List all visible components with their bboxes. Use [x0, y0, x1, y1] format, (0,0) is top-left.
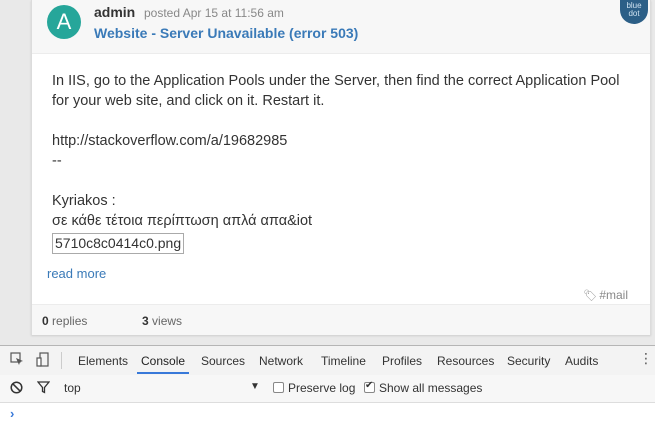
views-label: views [152, 314, 183, 328]
preserve-log-label: Preserve log [288, 381, 356, 395]
tab-elements[interactable]: Elements [74, 346, 132, 374]
greek-line: σε κάθε τέτοια περίπτωση απλά απα&iot [52, 213, 313, 229]
attachment-box[interactable]: 5710c8c0414c0.png [52, 233, 185, 254]
tag-label: #mail [599, 288, 628, 302]
tab-console[interactable]: Console [137, 346, 190, 374]
logo-text-dot: dot [628, 9, 640, 18]
post-subject-link[interactable]: Website - Server Unavailable (error 503) [94, 25, 358, 41]
post-timestamp: posted Apr 15 at 11:56 am [144, 6, 284, 20]
tab-sources[interactable]: Sources [197, 346, 249, 374]
tab-audits[interactable]: Audits [561, 346, 602, 374]
replies-label: replies [52, 314, 88, 328]
console-toolbar: top ▼ Preserve log Show all messages [0, 375, 655, 403]
more-options-icon[interactable]: ⋮ [639, 350, 653, 367]
tab-profiles[interactable]: Profiles [378, 346, 426, 374]
tab-timeline[interactable]: Timeline [317, 346, 370, 374]
console-prompt[interactable]: › [10, 406, 14, 421]
views-count: 3 [142, 314, 149, 328]
inspect-element-icon[interactable] [10, 352, 24, 369]
body-link-text: http://stackoverflow.com/a/19682985 [52, 133, 288, 149]
preserve-log-checkbox[interactable] [273, 382, 284, 393]
tab-security[interactable]: Security [503, 346, 554, 374]
body-line: In IIS, go to the Application Pools unde… [52, 73, 620, 89]
read-more-link[interactable]: read more [47, 266, 106, 281]
tag-item[interactable]: 🏷 #mail [583, 288, 628, 302]
signature-separator: -- [52, 153, 62, 169]
views-stat: 3 views [142, 314, 182, 328]
show-all-messages-label: Show all messages [379, 381, 483, 395]
show-all-messages-checkbox[interactable] [364, 380, 375, 393]
context-selector[interactable]: top [64, 381, 81, 395]
author-name[interactable]: admin [94, 4, 135, 20]
devtools-tabbar: Elements Console Sources Network Timelin… [0, 346, 655, 376]
avatar[interactable]: A [47, 5, 81, 39]
context-dropdown-icon[interactable]: ▼ [250, 381, 260, 392]
clear-console-icon[interactable] [10, 381, 23, 397]
replies-count: 0 [42, 314, 49, 328]
tab-resources[interactable]: Resources [433, 346, 498, 374]
post-body: In IIS, go to the Application Pools unde… [52, 71, 637, 254]
devtools-panel: Elements Console Sources Network Timelin… [0, 345, 655, 437]
body-line: for your web site, and click on it. Rest… [52, 93, 325, 109]
replies-stat[interactable]: 0 replies [42, 314, 87, 328]
post-footer: 0 replies 3 views [32, 304, 650, 335]
sender-line: Kyriakos : [52, 193, 116, 209]
tab-network[interactable]: Network [255, 346, 307, 374]
post-card: A admin posted Apr 15 at 11:56 am Websit… [31, 0, 651, 335]
tag-icon: 🏷 [583, 290, 598, 302]
post-header: A admin posted Apr 15 at 11:56 am Websit… [32, 0, 650, 54]
bluedot-logo-icon: blue dot [620, 0, 648, 24]
filter-icon[interactable] [36, 381, 51, 397]
device-mode-icon[interactable] [36, 352, 50, 371]
